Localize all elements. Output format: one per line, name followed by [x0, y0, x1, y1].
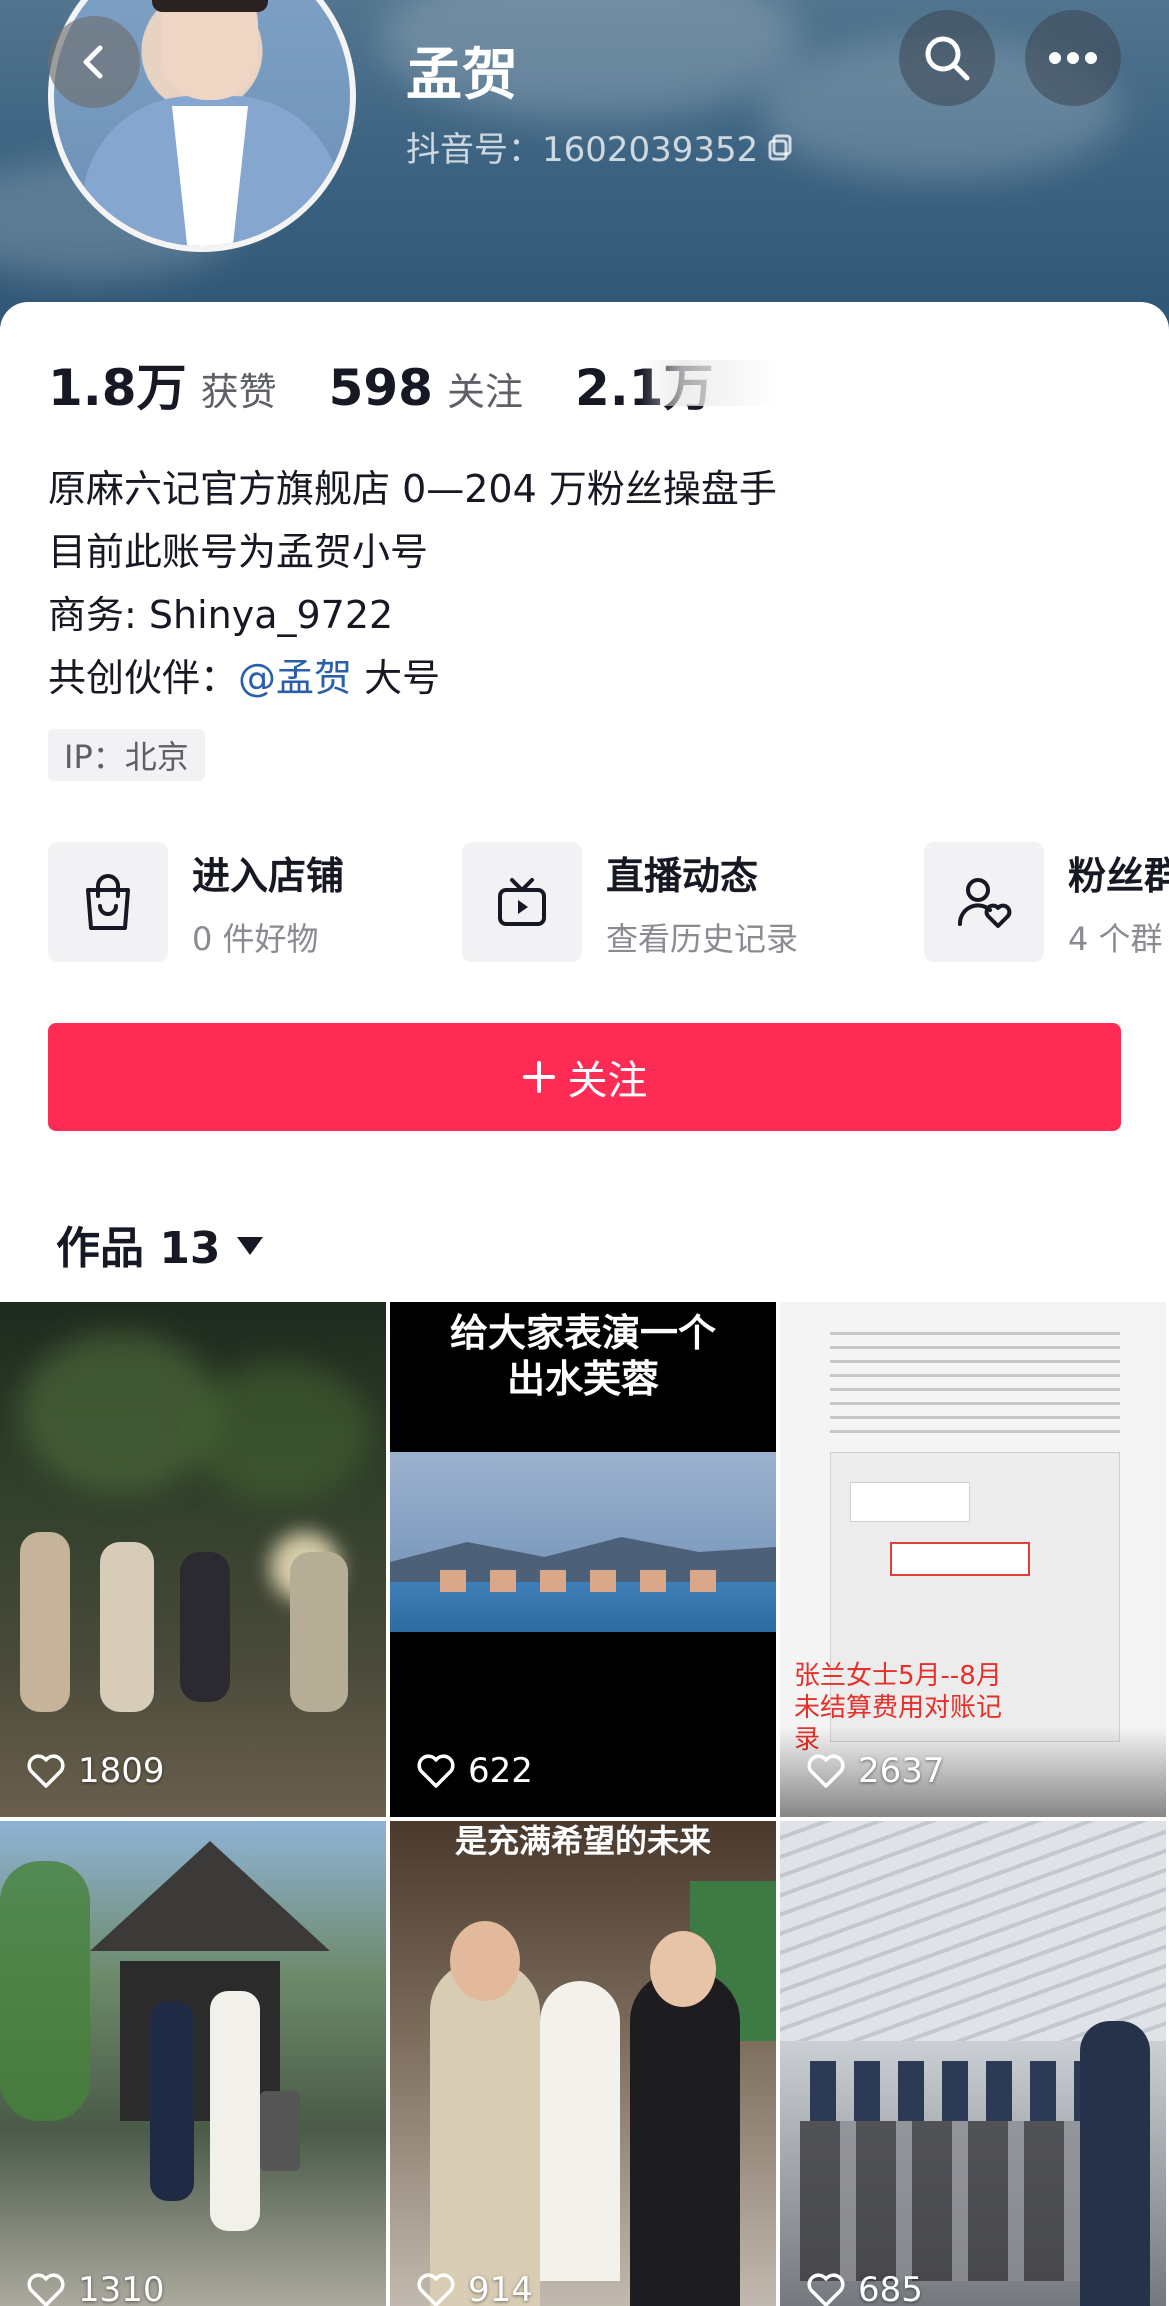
- heart-icon: [417, 2273, 455, 2306]
- search-icon: [925, 36, 970, 81]
- profile-stats: 1.8万 获赞 598 关注 2.1万: [48, 348, 714, 420]
- shortcut-title: 粉丝群: [1068, 853, 1169, 898]
- video-caption: 是充满希望的未来: [454, 1822, 711, 1860]
- bio-line: 原麻六记官方旗舰店 0—204 万粉丝操盘手: [48, 467, 777, 511]
- video-likes-count: 914: [468, 2270, 533, 2306]
- likes-count: 1.8万: [48, 359, 187, 417]
- heart-icon: [27, 1754, 65, 1788]
- back-button[interactable]: [48, 16, 140, 108]
- plus-icon: [522, 1061, 555, 1093]
- video-thumbnail[interactable]: 张兰女士5月--8月 未结算费用对账记 录 2637: [780, 1302, 1166, 1817]
- video-thumbnail[interactable]: 是充满希望的未来 914: [390, 1821, 776, 2306]
- video-likes-count: 1310: [78, 2270, 165, 2306]
- following-label[interactable]: 关注: [447, 361, 523, 416]
- douyin-id-text: 抖音号：1602039352: [406, 130, 759, 170]
- mention-link[interactable]: @孟贺: [238, 656, 352, 700]
- bio-line: 商务: Shinya_9722: [48, 593, 394, 637]
- shortcut-subtitle: 4 个群: [1068, 919, 1163, 958]
- shortcut-subtitle: 查看历史记录: [606, 919, 799, 958]
- followers-label-obscured: [640, 360, 780, 406]
- profile-name: 孟贺: [406, 43, 518, 108]
- caret-down-icon: [236, 1237, 263, 1255]
- heart-icon: [807, 2273, 845, 2306]
- video-likes: 622: [416, 1751, 533, 1791]
- video-likes-count: 685: [858, 2270, 923, 2306]
- video-likes: 1310: [26, 2270, 165, 2306]
- tv-live-icon: [498, 878, 546, 926]
- douyin-id[interactable]: 抖音号：1602039352: [406, 122, 796, 171]
- fan-group-icon-box: [924, 842, 1044, 962]
- more-icon: [1049, 52, 1097, 64]
- shortcut-subtitle: 0 件好物: [192, 919, 319, 958]
- shortcut-live[interactable]: 直播动态 查看历史记录: [462, 842, 798, 962]
- shortcut-fan-group[interactable]: 粉丝群 4 个群: [924, 842, 1169, 962]
- bio-partner-prefix: 共创伙伴：: [48, 656, 239, 700]
- follow-button-label: 关注: [567, 1058, 648, 1104]
- heart-icon: [27, 2273, 65, 2306]
- shortcut-title: 进入店铺: [192, 853, 345, 898]
- tv-live-icon-box: [462, 842, 582, 962]
- video-likes: 685: [806, 2270, 923, 2306]
- video-caption: 给大家表演一个 出水芙蓉: [449, 1311, 716, 1401]
- video-thumbnail[interactable]: 1310: [0, 1821, 386, 2306]
- bio: 原麻六记官方旗舰店 0—204 万粉丝操盘手 目前此账号为孟贺小号 商务: Sh…: [48, 458, 777, 710]
- chevron-left-icon: [83, 45, 103, 79]
- more-button[interactable]: [1025, 10, 1121, 106]
- tab-works[interactable]: 作品 13: [56, 1212, 263, 1276]
- video-thumbnail[interactable]: 给大家表演一个 出水芙蓉 622: [390, 1302, 776, 1817]
- fan-group-icon: [957, 878, 1012, 928]
- video-likes: 914: [416, 2270, 533, 2306]
- likes-label: 获赞: [200, 370, 277, 414]
- profile-header: 孟贺 抖音号：1602039352: [0, 0, 1169, 330]
- shopping-bag-icon: [86, 874, 130, 930]
- video-likes-count: 2637: [858, 1751, 945, 1791]
- copy-icon[interactable]: [766, 132, 796, 162]
- shopping-bag-icon-box: [48, 842, 168, 962]
- heart-icon: [417, 1754, 455, 1788]
- search-button[interactable]: [899, 10, 995, 106]
- shortcut-store[interactable]: 进入店铺 0 件好物: [48, 842, 344, 962]
- video-likes: 2637: [806, 1751, 945, 1791]
- bio-line: 共创伙伴：@孟贺 大号: [48, 647, 777, 710]
- following-count[interactable]: 598: [329, 359, 433, 417]
- shortcut-title: 直播动态: [606, 853, 759, 898]
- video-likes: 1809: [26, 1751, 165, 1791]
- video-likes-count: 1809: [78, 1751, 165, 1791]
- ip-location-tag: IP：北京: [48, 729, 205, 781]
- video-thumbnail[interactable]: 1809: [0, 1302, 386, 1817]
- tab-works-label: 作品 13: [56, 1223, 221, 1274]
- heart-icon: [807, 1754, 845, 1788]
- bio-line: 目前此账号为孟贺小号: [48, 530, 429, 574]
- video-thumbnail[interactable]: 685: [780, 1821, 1166, 2306]
- follow-button[interactable]: 关注: [48, 1023, 1121, 1131]
- bio-partner-suffix: 大号: [352, 656, 441, 700]
- shortcut-row: 进入店铺 0 件好物 直播动态 查看历史记录 粉丝群 4 个群: [48, 842, 1169, 962]
- video-likes-count: 622: [468, 1751, 533, 1791]
